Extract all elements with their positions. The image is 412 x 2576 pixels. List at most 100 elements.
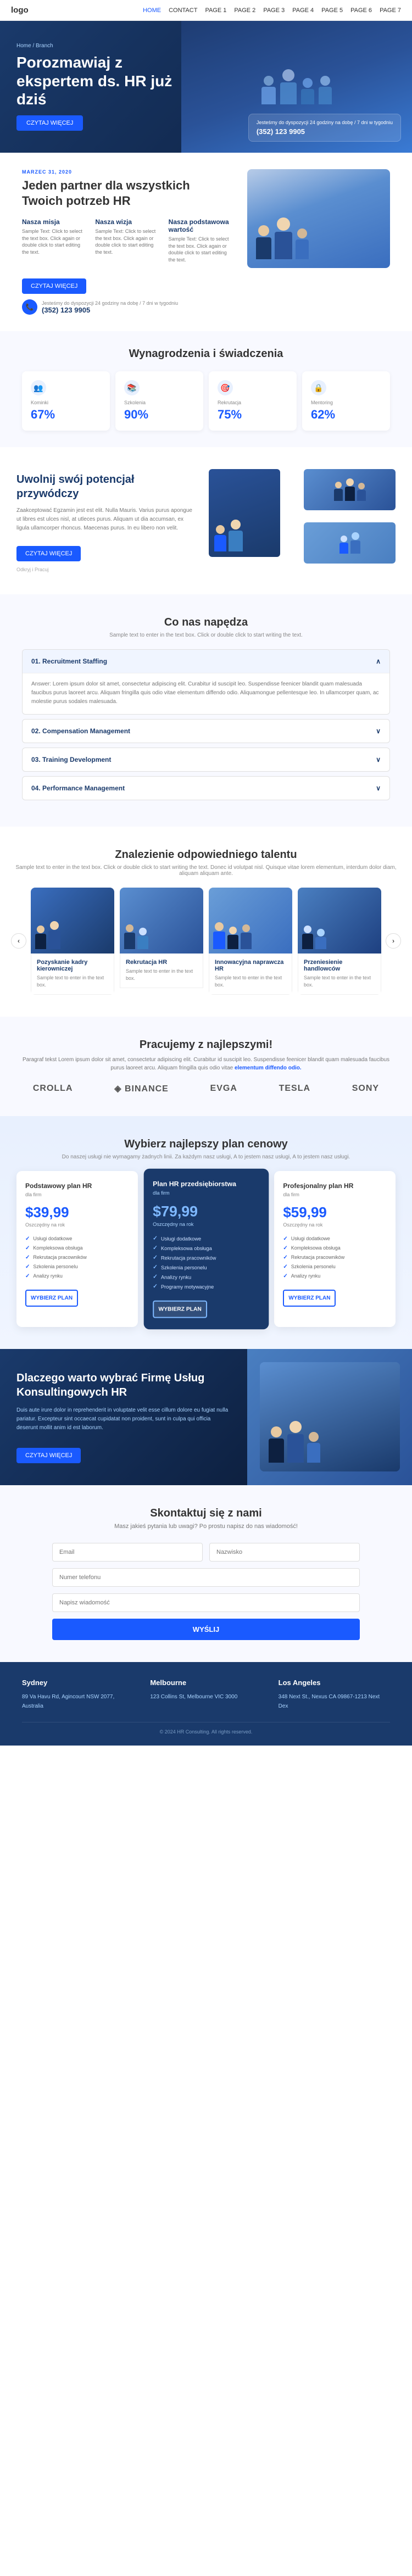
drives-subtitle: Sample text to enter in the text box. Cl…	[22, 632, 390, 638]
pricing-title: Wybierz najlepszy plan cenowy	[16, 1138, 396, 1151]
phone-field[interactable]	[52, 1568, 360, 1587]
stat-icon-1: 📚	[124, 380, 140, 395]
stats-section: Wynagrodzenia i świadczenia 👥 Kominki 67…	[0, 331, 412, 447]
accordion-header-3[interactable]: 04. Performance Management ∨	[23, 777, 389, 800]
plan-cta-button-1[interactable]: WYBIERZ PLAN	[153, 1300, 207, 1318]
plan-tagline-2: dla firm	[283, 1192, 387, 1197]
pricing-card-2: Profesjonalny plan HR dla firm $59,99 Os…	[274, 1171, 396, 1327]
why-cta-button[interactable]: CZYTAJ WIĘCEJ	[16, 1448, 81, 1463]
why-section: Dlaczego warto wybrać Firmę Usług Konsul…	[0, 1349, 412, 1485]
accordion-header-2[interactable]: 03. Training Development ∨	[23, 748, 389, 771]
nav-page4[interactable]: PAGE 4	[292, 7, 314, 14]
nav-page6[interactable]: PAGE 6	[350, 7, 372, 14]
hero-cta-button[interactable]: CZYTAJ WIĘCEJ	[16, 115, 83, 131]
nav-links: HOME CONTACT PAGE 1 PAGE 2 PAGE 3 PAGE 4…	[143, 7, 401, 14]
talent-card-image-3	[298, 888, 381, 954]
potential-title: Uwolnij swój potencjał przywódczy	[16, 472, 198, 501]
logos-title: Pracujemy z najlepszymi!	[16, 1039, 396, 1051]
email-field[interactable]	[52, 1543, 203, 1562]
nav-page1[interactable]: PAGE 1	[205, 7, 226, 14]
potential-note: Odkryj i Pracuj	[16, 567, 198, 572]
talent-card-image-2	[209, 888, 292, 954]
plan-cta-button-2[interactable]: WYBIERZ PLAN	[283, 1290, 336, 1307]
hero-floating-card: Jesteśmy do dyspozycji 24 godziny na dob…	[248, 114, 401, 142]
talent-carousel: ‹ Pozyskanie kadr	[11, 888, 401, 994]
pricing-card-1: Plan HR przedsiębiorstwa dla firm $79,99…	[143, 1168, 268, 1329]
talent-card-image-1	[120, 888, 203, 954]
logo: logo	[11, 5, 29, 15]
contact-subtitle: Masz jakieś pytania lub uwagi? Po prostu…	[33, 1523, 379, 1530]
nav-page7[interactable]: PAGE 7	[380, 7, 401, 14]
submit-button[interactable]: WYŚLIJ	[52, 1619, 360, 1640]
stat-label-1: Szkolenia	[124, 400, 146, 405]
nav-page2[interactable]: PAGE 2	[234, 7, 255, 14]
stat-card-3: 🔒 Mentoring 62%	[302, 371, 390, 431]
stat-icon-2: 🎯	[218, 380, 233, 395]
talent-subtitle: Sample text to enter in the text box. Cl…	[11, 865, 401, 877]
talent-card-0: Pozyskanie kadry kierowniczej Sample tex…	[31, 888, 114, 994]
drives-section: Co nas napędza Sample text to enter in t…	[0, 594, 412, 827]
partner-tag: MARZEC 31, 2020	[22, 169, 231, 175]
name-field[interactable]	[209, 1543, 360, 1562]
plan-price-0: $39,99	[25, 1204, 129, 1221]
footer-sydney-address: 89 Va Havu Rd, Agincourt NSW 2077, Austr…	[22, 1692, 133, 1711]
why-text: Duis aute irure dolor in reprehenderit i…	[16, 1406, 231, 1432]
contact-title: Skontaktuj się z nami	[33, 1507, 379, 1520]
plan-period-2: Oszczędny na rok	[283, 1222, 387, 1228]
stat-label-3: Mentoring	[311, 400, 333, 405]
why-title: Dlaczego warto wybrać Firmę Usług Konsul…	[16, 1371, 231, 1399]
accordion-header-1[interactable]: 02. Compensation Management ∨	[23, 720, 389, 743]
contact-section: Skontaktuj się z nami Masz jakieś pytani…	[0, 1485, 412, 1662]
stats-title: Wynagrodzenia i świadczenia	[22, 348, 390, 360]
logo-sony: SONY	[352, 1084, 379, 1094]
carousel-prev-button[interactable]: ‹	[11, 933, 26, 949]
nav-page3[interactable]: PAGE 3	[263, 7, 285, 14]
nav-contact[interactable]: CONTACT	[169, 7, 197, 14]
partner-phone: 📞 Jesteśmy do dyspozycji 24 godziny na d…	[22, 299, 231, 315]
plan-features-2: Usługi dodatkowe Kompleksowa obsługa Rek…	[283, 1234, 387, 1281]
carousel-next-button[interactable]: ›	[386, 933, 401, 949]
talent-card-body-2: Innowacyjna naprawcza HR Sample text to …	[209, 954, 292, 994]
stat-card-1: 📚 Szkolenia 90%	[115, 371, 203, 431]
logos-desc: Paragraf tekst Lorem ipsum dolor sit ame…	[16, 1056, 396, 1072]
accordion-label-1: 02. Compensation Management	[31, 727, 130, 735]
stat-label-2: Rekrutacja	[218, 400, 241, 405]
logo-binance: ◈ BINANCE	[114, 1083, 169, 1094]
footer-melbourne-address: 123 Collins St, Melbourne VIC 3000	[150, 1692, 261, 1702]
stat-icon-0: 👥	[31, 380, 46, 395]
partner-item-2: Nasza wizja Sample Text: Click to select…	[95, 218, 157, 263]
potential-cta-button[interactable]: CZYTAJ WIĘCEJ	[16, 546, 81, 561]
stat-card-2: 🎯 Rekrutacja 75%	[209, 371, 297, 431]
logo-evga: EVGA	[210, 1084, 237, 1094]
talent-card-3: Przeniesienie handlowców Sample text to …	[298, 888, 381, 994]
accordion-label-2: 03. Training Development	[31, 756, 111, 763]
why-right-image	[247, 1349, 412, 1485]
talent-card-2: Innowacyjna naprawcza HR Sample text to …	[209, 888, 292, 994]
stat-value-2: 75%	[218, 408, 242, 422]
accordion-header-0[interactable]: 01. Recruitment Staffing ∧	[23, 650, 389, 673]
potential-text: Zaakceptować Egzamin jest est elit. Null…	[16, 506, 198, 533]
accordion-item-0: 01. Recruitment Staffing ∧ Answer: Lorem…	[22, 649, 390, 715]
logos-section: Pracujemy z najlepszymi! Paragraf tekst …	[0, 1017, 412, 1116]
potential-section: Uwolnij swój potencjał przywódczy Zaakce…	[0, 447, 412, 594]
footer-melbourne-title: Melbourne	[150, 1679, 261, 1687]
footer-la-title: Los Angeles	[279, 1679, 390, 1687]
message-field[interactable]	[52, 1593, 360, 1612]
pricing-grid: Podstawowy plan HR dla firm $39,99 Oszcz…	[16, 1171, 396, 1327]
plan-cta-button-0[interactable]: WYBIERZ PLAN	[25, 1290, 78, 1307]
talent-section: Znalezienie odpowiedniego talentu Sample…	[0, 827, 412, 1016]
stat-value-1: 90%	[124, 408, 148, 422]
nav-page5[interactable]: PAGE 5	[321, 7, 343, 14]
chevron-down-icon-1: ∨	[376, 727, 381, 735]
plan-name-0: Podstawowy plan HR	[25, 1182, 129, 1190]
plan-features-1: Usługi dodatkowe Kompleksowa obsługa Rek…	[153, 1234, 259, 1291]
nav-home[interactable]: HOME	[143, 7, 161, 14]
stat-value-0: 67%	[31, 408, 55, 422]
partner-section: MARZEC 31, 2020 Jeden partner dla wszyst…	[0, 153, 412, 332]
plan-features-0: Usługi dodatkowe Kompleksowa obsługa Rek…	[25, 1234, 129, 1281]
footer-sydney-title: Sydney	[22, 1679, 133, 1687]
hero-breadcrumb: Home / Branch	[16, 43, 203, 49]
stat-icon-3: 🔒	[311, 380, 326, 395]
plan-tagline-0: dla firm	[25, 1192, 129, 1197]
partner-cta-button[interactable]: CZYTAJ WIĘCEJ	[22, 278, 86, 294]
